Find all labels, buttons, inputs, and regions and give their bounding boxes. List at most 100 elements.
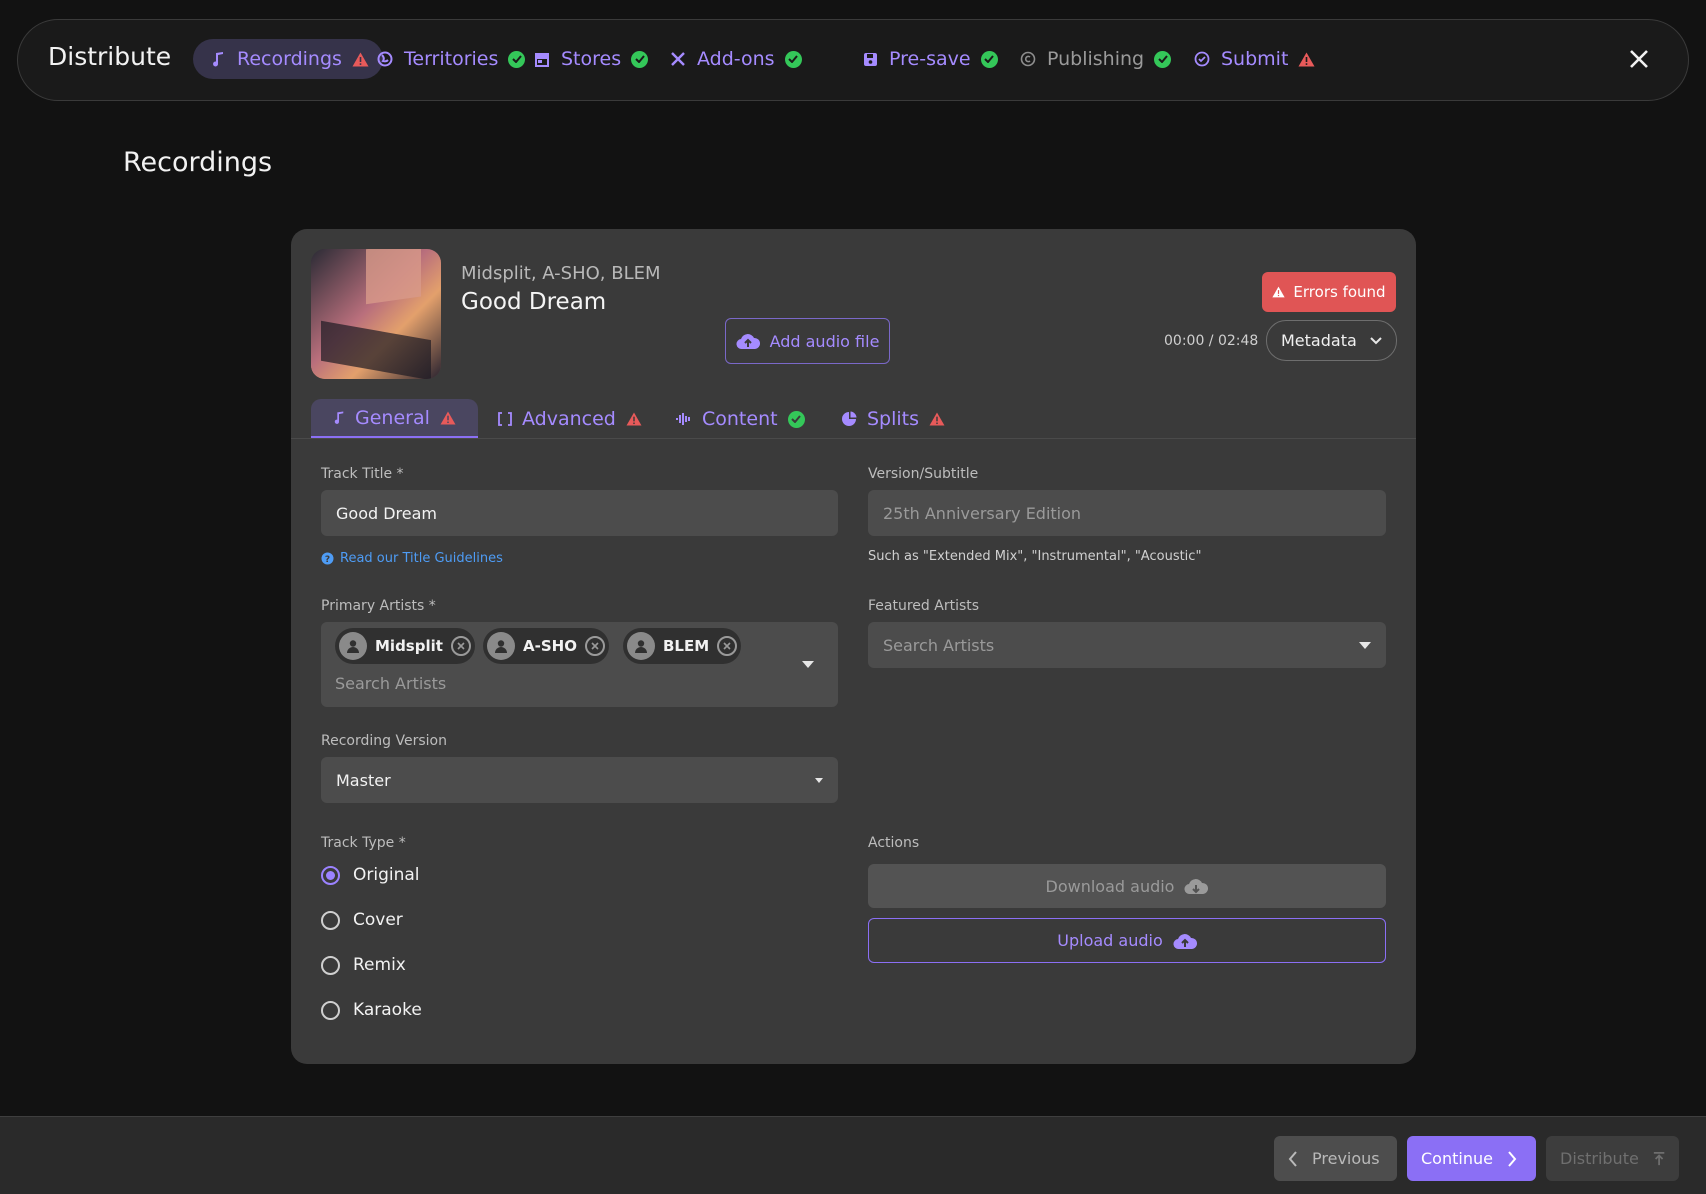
tab-label: Advanced: [522, 408, 616, 430]
version-subtitle-hint: Such as "Extended Mix", "Instrumental", …: [868, 549, 1202, 564]
help-icon: ?: [321, 552, 334, 565]
radio-selected-icon[interactable]: [321, 865, 340, 885]
nav-step-submit[interactable]: Submit: [1193, 39, 1315, 79]
primary-artists-field[interactable]: Midsplit A-SHO BLEM Search Artists: [321, 622, 838, 707]
tab-divider: [291, 438, 1416, 439]
nav-step-publishing[interactable]: Publishing: [1019, 39, 1172, 79]
caret-down-icon[interactable]: [802, 661, 814, 668]
check-circle-icon: [631, 50, 649, 68]
nav-step-label: Submit: [1221, 48, 1289, 70]
track-title: Good Dream: [461, 289, 607, 315]
brackets-icon: [498, 412, 512, 426]
track-type-option-label: Original: [353, 865, 420, 885]
recording-version-select[interactable]: Master: [321, 757, 838, 803]
distribute-button: Distribute: [1546, 1136, 1679, 1181]
tab-content[interactable]: Content: [654, 399, 827, 439]
nav-step-territories[interactable]: Territories: [376, 39, 526, 79]
cloud-upload-icon: [736, 334, 760, 350]
warning-icon: [626, 412, 642, 426]
caret-down-icon: [815, 777, 823, 783]
waveform-icon: [676, 413, 690, 425]
warning-icon: [1272, 286, 1286, 298]
track-type-option-label: Remix: [353, 955, 406, 975]
nav-step-stores[interactable]: Stores: [533, 39, 649, 79]
chevron-left-icon: [1288, 1150, 1297, 1167]
track-type-karaoke[interactable]: Karaoke: [321, 1000, 422, 1020]
nav-step-label: Stores: [561, 48, 622, 70]
track-type-remix[interactable]: Remix: [321, 955, 406, 975]
warning-icon: [1298, 52, 1315, 67]
track-title-input[interactable]: Good Dream: [321, 490, 838, 536]
cloud-upload-icon: [1173, 933, 1197, 949]
track-type-cover[interactable]: Cover: [321, 910, 403, 930]
add-audio-label: Add audio file: [769, 331, 880, 351]
music-note-icon: [334, 411, 344, 424]
nav-step-recordings[interactable]: Recordings: [193, 39, 383, 79]
nav-step-pre-save[interactable]: Pre-save: [861, 39, 998, 79]
distribute-label: Distribute: [1560, 1149, 1639, 1168]
upload-arrow-icon: [1653, 1151, 1665, 1165]
tab-advanced[interactable]: Advanced: [476, 399, 664, 439]
track-title-label: Track Title *: [321, 466, 404, 482]
app-title: Distribute: [48, 42, 172, 71]
radio-icon[interactable]: [321, 955, 340, 975]
title-guidelines-link[interactable]: ? Read our Title Guidelines: [321, 551, 503, 566]
track-type-original[interactable]: Original: [321, 865, 420, 885]
globe-icon: [376, 50, 394, 68]
page-title: Recordings: [123, 147, 273, 178]
artist-chip: BLEM: [623, 628, 742, 664]
version-subtitle-input[interactable]: 25th Anniversary Edition: [868, 490, 1386, 536]
nav-step-label: Territories: [404, 48, 499, 70]
nav-step-add-ons[interactable]: Add-ons: [669, 39, 802, 79]
tab-splits[interactable]: Splits: [819, 399, 967, 439]
errors-found-badge: Errors found: [1262, 272, 1396, 312]
track-type-option-label: Karaoke: [353, 1000, 422, 1020]
radio-icon[interactable]: [321, 1000, 340, 1020]
upload-audio-label: Upload audio: [1057, 931, 1163, 950]
svg-text:?: ?: [325, 555, 330, 565]
featured-artists-search-input[interactable]: Search Artists: [883, 636, 994, 655]
featured-artists-select[interactable]: Search Artists: [868, 622, 1386, 668]
primary-artists-search-input[interactable]: Search Artists: [335, 674, 446, 693]
warning-icon: [352, 52, 369, 67]
store-icon: [533, 50, 551, 68]
user-avatar-icon: [339, 632, 367, 660]
copyright-icon: [1019, 50, 1037, 68]
track-type-label: Track Type *: [321, 835, 406, 851]
upload-audio-button[interactable]: Upload audio: [868, 918, 1386, 963]
tab-label: General: [355, 406, 430, 429]
close-button[interactable]: [1622, 42, 1656, 76]
previous-button[interactable]: Previous: [1274, 1136, 1397, 1181]
download-audio-label: Download audio: [1045, 876, 1175, 896]
version-subtitle-label: Version/Subtitle: [868, 466, 979, 482]
close-icon: [1630, 50, 1648, 68]
tab-general[interactable]: General: [311, 399, 478, 439]
nav-step-label: Pre-save: [889, 48, 971, 70]
errors-found-label: Errors found: [1293, 283, 1386, 301]
user-avatar-icon: [627, 632, 655, 660]
title-guidelines-label: Read our Title Guidelines: [340, 551, 503, 566]
recording-card: Midsplit, A-SHO, BLEM Good Dream Add aud…: [291, 229, 1416, 1064]
tools-icon: [669, 50, 687, 68]
warning-icon: [929, 412, 945, 426]
chevron-right-icon: [1508, 1150, 1517, 1167]
chevron-down-icon: [1370, 336, 1382, 344]
nav-step-label: Publishing: [1047, 48, 1145, 70]
radio-icon[interactable]: [321, 910, 340, 930]
remove-artist-icon[interactable]: [717, 636, 738, 656]
remove-artist-icon[interactable]: [584, 636, 605, 656]
top-nav-bar: Distribute Recordings Territories Stores…: [17, 19, 1689, 101]
artist-chip: Midsplit: [335, 628, 475, 664]
check-circle-icon: [508, 50, 526, 68]
metadata-dropdown[interactable]: Metadata: [1266, 320, 1397, 361]
save-icon: [861, 50, 879, 68]
continue-button[interactable]: Continue: [1407, 1136, 1536, 1181]
actions-label: Actions: [868, 835, 920, 851]
metadata-label: Metadata: [1281, 331, 1357, 350]
download-audio-button: Download audio: [868, 864, 1386, 908]
cloud-download-icon: [1184, 879, 1209, 895]
tab-label: Content: [702, 408, 778, 430]
remove-artist-icon[interactable]: [450, 636, 471, 656]
nav-step-label: Add-ons: [697, 48, 775, 70]
add-audio-file-button[interactable]: Add audio file: [725, 318, 890, 364]
